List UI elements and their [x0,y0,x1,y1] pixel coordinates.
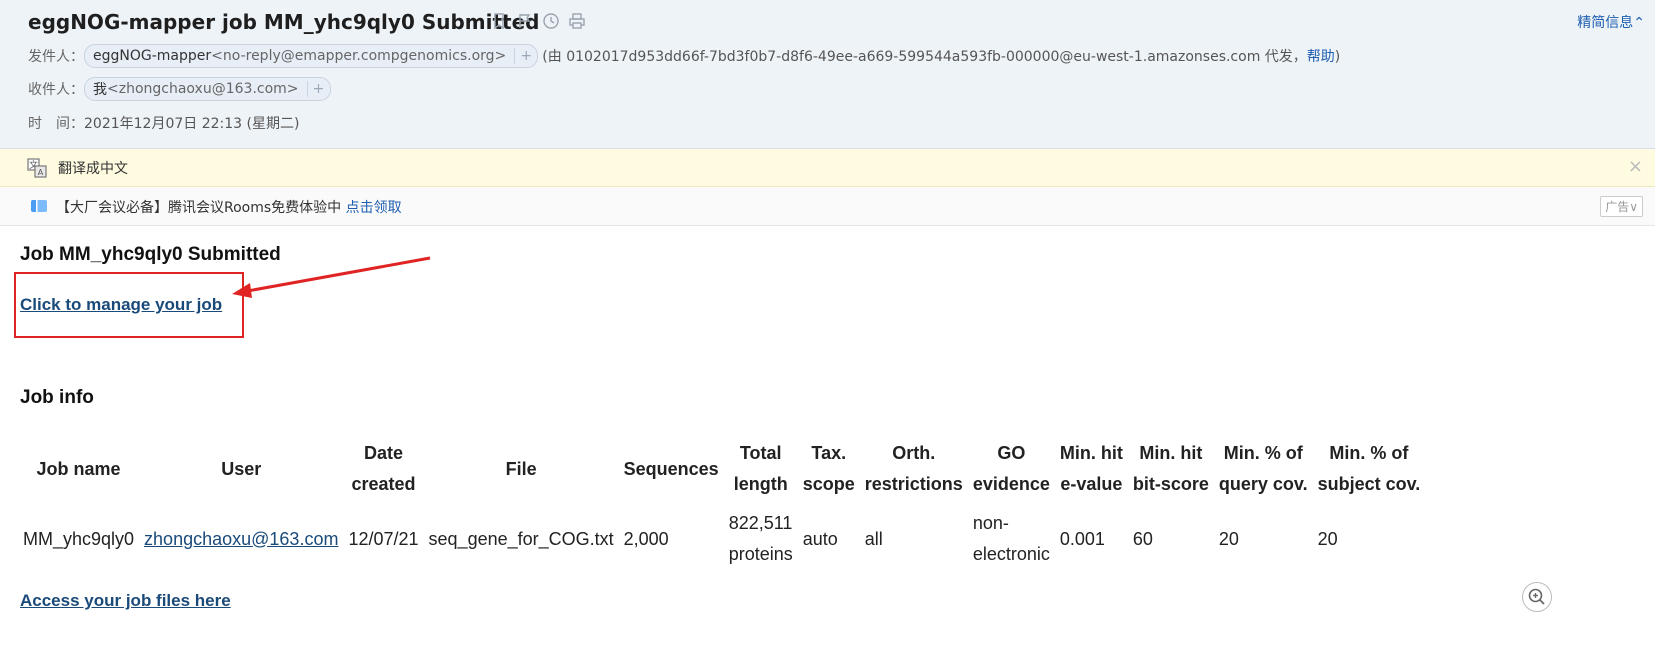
sender-label: 发件人： [28,49,84,65]
add-recipient-button[interactable]: + [306,81,330,97]
table-header-row: Job name User Date created File Sequences… [18,434,1425,504]
translate-icon: 文 A [27,158,47,178]
mail-header: eggNOG-mapper job MM_yhc9qly0 Submitted … [0,0,1655,149]
col-min-query-cov: Min. % of query cov. [1218,443,1308,494]
email-subject: eggNOG-mapper job MM_yhc9qly0 Submitted [28,10,540,34]
table-row: MM_yhc9qly0 zhongchaoxu@163.com 12/07/21… [18,504,1425,574]
subject-toolbar [490,12,586,30]
access-files-link[interactable]: Access your job files here [20,591,231,611]
cell-file: seq_gene_for_COG.txt [428,528,614,549]
job-info-heading: Job info [20,387,94,408]
add-sender-button[interactable]: + [514,48,537,64]
zoom-button[interactable] [1522,582,1552,612]
sender-pill[interactable]: eggNOG-mapper <no-reply@emapper.compgenom… [84,44,539,68]
cell-query-cov: 20 [1218,528,1239,549]
col-sequences: Sequences [623,458,719,479]
user-email-link[interactable]: zhongchaoxu@163.com [144,529,338,549]
recipient-name: 我 [93,82,107,98]
sender-address: <no-reply@emapper.compgenomics.org> [211,48,507,64]
cell-go-evidence: non-electronic [972,513,1050,564]
clock-icon[interactable] [542,12,560,30]
col-min-subject-cov: Min. % of subject cov. [1317,443,1421,494]
annotation-arrow [232,256,431,298]
brief-info-toggle[interactable]: 精简信息⌃ [1577,12,1645,32]
help-link[interactable]: 帮助 [1307,49,1335,65]
cell-orth: all [864,528,883,549]
chevron-up-icon: ⌃ [1633,15,1645,31]
col-go-evidence: GO evidence [972,443,1050,494]
sender-via: (由 0102017d953dd66f-7bd3f0b7-d8f6-49ee-a… [542,49,1341,65]
ad-logo-icon [31,200,47,212]
cell-user: zhongchaoxu@163.com [139,504,343,574]
col-min-bitscore: Min. hit bit-score [1132,443,1209,494]
cell-tax-scope: auto [802,528,838,549]
cell-evalue: 0.001 [1059,528,1105,549]
bookmark-icon[interactable] [490,12,508,30]
col-user: User [221,458,262,479]
col-file: File [505,458,537,479]
col-total-length: Total length [733,443,788,494]
sender-name: eggNOG-mapper [93,48,212,64]
recipient-pill[interactable]: 我 <zhongchaoxu@163.com> + [84,77,331,101]
recipient-address: <zhongchaoxu@163.com> [107,81,299,97]
cell-total-length: 822,511 proteins [728,513,793,564]
close-icon[interactable]: × [1628,156,1643,177]
ad-bar: 【大厂会议必备】腾讯会议Rooms免费体验中 点击领取 广告∨ [0,187,1655,226]
ad-claim-link[interactable]: 点击领取 [346,200,402,216]
cell-subject-cov: 20 [1317,528,1338,549]
print-icon[interactable] [568,12,586,30]
col-tax-scope: Tax. scope [802,443,855,494]
cell-bitscore: 60 [1132,528,1153,549]
svg-text:A: A [38,168,44,177]
ad-text: 【大厂会议必备】腾讯会议Rooms免费体验中 点击领取 [56,200,402,216]
col-min-evalue: Min. hit e-value [1059,443,1123,494]
recipient-row: 收件人： 我 <zhongchaoxu@163.com> + [28,77,331,101]
email-body: Job MM_yhc9qly0 Submitted Click to manag… [0,226,1655,651]
job-info-table: Job name User Date created File Sequences… [18,434,1425,574]
cell-sequences: 2,000 [623,528,669,549]
cell-job-name: MM_yhc9qly0 [23,528,135,549]
time-row: 时 间： 2021年12月07日 22:13 (星期二) [28,113,299,133]
sender-row: 发件人： eggNOG-mapper <no-reply@emapper.comp… [28,44,1340,68]
recipient-label: 收件人： [28,82,84,98]
translate-button[interactable]: 翻译成中文 [58,158,128,178]
manage-job-link[interactable]: Click to manage your job [20,295,222,315]
zoom-in-icon [1528,588,1545,605]
ad-badge[interactable]: 广告∨ [1600,196,1643,217]
col-date: Date created [351,443,416,494]
col-job-name: Job name [36,458,121,479]
col-orth-restrictions: Orth. restrictions [864,443,963,494]
cell-date: 12/07/21 [348,528,419,549]
flag-icon[interactable] [516,12,534,30]
translate-bar: 文 A 翻译成中文 × [0,149,1655,187]
time-value: 2021年12月07日 22:13 (星期二) [84,116,300,132]
time-label: 时 间： [28,116,84,132]
